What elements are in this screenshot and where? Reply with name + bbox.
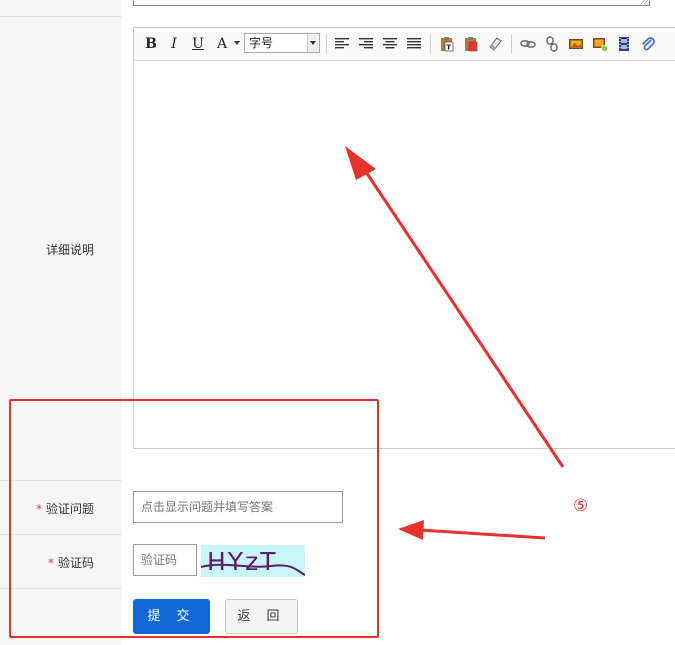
toolbar-separator — [511, 34, 512, 54]
font-color-dropdown-icon[interactable] — [234, 41, 240, 46]
annotation-number: ⑤ — [573, 496, 589, 516]
align-center-icon[interactable] — [382, 36, 398, 52]
paste-text-icon[interactable]: T — [439, 36, 455, 52]
annotation-highlight-box — [9, 399, 379, 638]
row-divider — [0, 16, 122, 17]
chevron-down-icon — [307, 34, 319, 52]
align-right-icon[interactable] — [358, 36, 374, 52]
underline-button[interactable]: U — [191, 35, 205, 53]
editor-toolbar: B I U A 字号 T — [134, 28, 675, 61]
video-icon[interactable] — [616, 36, 632, 52]
previous-textarea[interactable] — [133, 0, 650, 6]
image-icon[interactable] — [568, 36, 584, 52]
annotation-arrowhead — [398, 520, 424, 540]
attachment-icon[interactable] — [640, 36, 656, 52]
eraser-icon[interactable] — [487, 36, 503, 52]
align-justify-icon[interactable] — [406, 36, 422, 52]
font-size-select[interactable]: 字号 — [244, 33, 320, 53]
italic-button[interactable]: I — [168, 35, 180, 53]
annotation-arrow — [419, 528, 546, 540]
toolbar-separator — [430, 34, 431, 54]
font-color-button[interactable]: A — [214, 35, 230, 53]
link-icon[interactable] — [520, 36, 536, 52]
rich-text-editor: B I U A 字号 T — [133, 27, 675, 449]
unlink-icon[interactable] — [544, 36, 560, 52]
toolbar-separator — [326, 34, 327, 54]
detail-label: 详细说明 — [45, 243, 94, 257]
editor-content-area[interactable] — [134, 61, 675, 448]
multi-image-icon[interactable] — [592, 36, 608, 52]
align-left-icon[interactable] — [334, 36, 350, 52]
paste-word-icon[interactable] — [463, 36, 479, 52]
bold-button[interactable]: B — [144, 35, 158, 53]
resize-grip-icon[interactable] — [641, 0, 648, 4]
svg-text:T: T — [446, 44, 451, 52]
